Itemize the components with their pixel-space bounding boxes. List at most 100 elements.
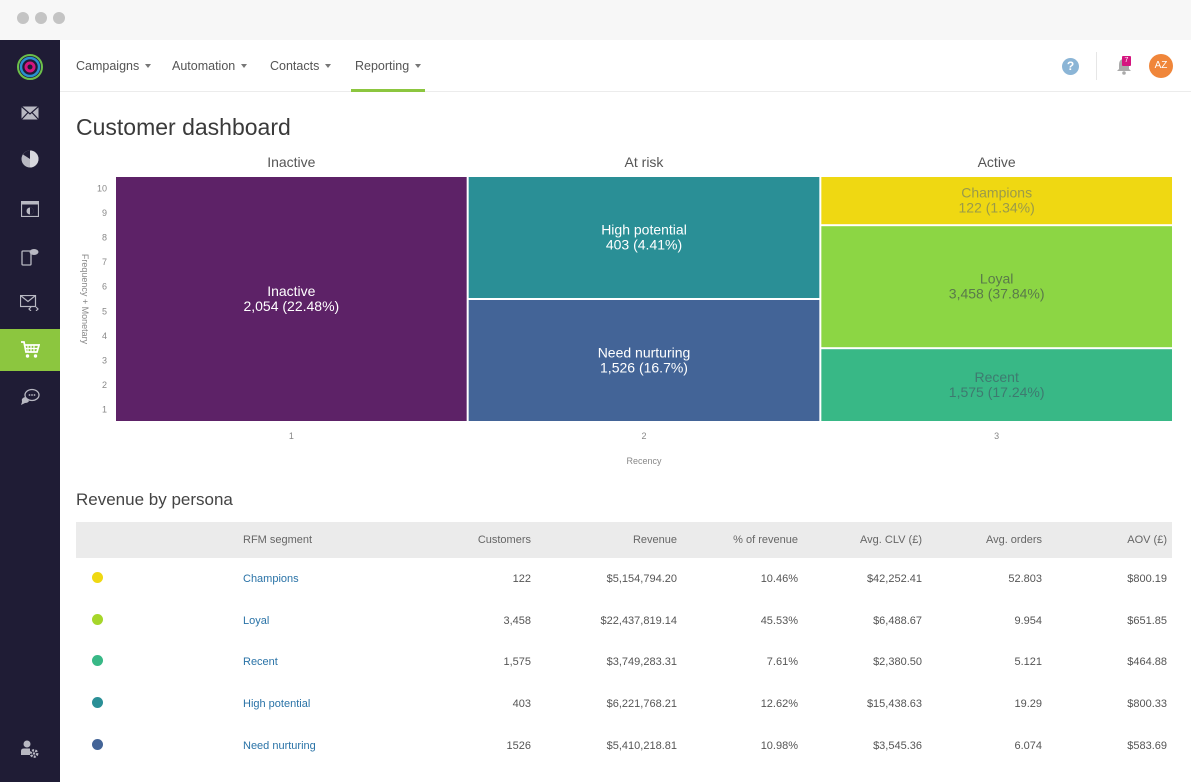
aov-cell: $583.69 <box>1127 739 1167 752</box>
column-header-segment[interactable]: RFM segment <box>236 522 436 558</box>
window-close-dot[interactable] <box>17 12 29 24</box>
y-tick-label: 8 <box>102 233 107 243</box>
y-tick-label: 1 <box>102 405 107 415</box>
table-row: Loyal 3,458 $22,437,819.14 45.53% $6,488.67 9… <box>76 600 1172 642</box>
sidebar-item-email[interactable] <box>0 92 60 134</box>
treemap-cell-value: 2,054 (22.48%) <box>243 298 339 314</box>
aov-cell: $651.85 <box>1127 614 1167 627</box>
email-icon <box>21 106 39 120</box>
revenue-table: RFM segment Customers Revenue % of reven… <box>76 522 1172 766</box>
segment-color-cell <box>76 641 236 683</box>
table-row: Recent 1,575 $3,749,283.31 7.61% $2,380.50 5.… <box>76 641 1172 683</box>
treemap-cell-label: Loyal <box>980 271 1013 287</box>
avatar[interactable]: AZ <box>1149 54 1173 78</box>
sidebar-item-conversations[interactable] <box>0 376 60 418</box>
segment-color-cell <box>76 558 236 600</box>
chevron-down-icon <box>241 63 248 68</box>
segment-color-cell <box>76 600 236 642</box>
customers-cell: 1526 <box>506 739 531 752</box>
column-header-customers[interactable]: Customers <box>436 522 536 558</box>
revenue-cell: $5,410,218.81 <box>606 739 677 752</box>
segment-link[interactable]: Loyal <box>243 615 269 627</box>
treemap-cell-label: Recent <box>974 369 1018 385</box>
treemap-cell-label: High potential <box>601 222 687 238</box>
column-header-avg-orders[interactable]: Avg. orders <box>927 522 1047 558</box>
treemap-cell-value: 1,526 (16.7%) <box>600 360 688 376</box>
user-settings-icon <box>21 740 39 758</box>
treemap-cell-value: 3,458 (37.84%) <box>949 286 1045 302</box>
percent-revenue-cell: 10.98% <box>760 739 798 752</box>
rfm-treemap-svg: InactiveInactive2,054 (22.48%)At riskHig… <box>80 154 1173 466</box>
sidebar-item-account-settings[interactable] <box>0 728 60 770</box>
aov-cell: $464.88 <box>1127 656 1167 669</box>
segment-color-swatch <box>92 655 103 667</box>
segment-link[interactable]: Champions <box>243 573 299 585</box>
x-tick-label: 2 <box>641 431 646 441</box>
table-header-row: RFM segment Customers Revenue % of reven… <box>76 522 1172 558</box>
column-header-aov[interactable]: AOV (£) <box>1047 522 1172 558</box>
y-axis-label: Frequency + Monetary <box>80 254 90 345</box>
sidebar-item-templates[interactable] <box>0 282 60 324</box>
help-icon[interactable]: ? <box>1062 58 1079 75</box>
column-header-revenue[interactable]: Revenue <box>536 522 682 558</box>
y-tick-label: 7 <box>102 257 107 267</box>
y-tick-label: 9 <box>102 208 107 218</box>
x-tick-label: 1 <box>289 431 294 441</box>
percent-revenue-cell: 45.53% <box>760 614 798 627</box>
avg-clv-cell: $15,438.63 <box>866 697 922 710</box>
avg-clv-cell: $6,488.67 <box>873 614 922 627</box>
pie-chart-icon <box>21 150 39 168</box>
chevron-down-icon <box>415 63 422 68</box>
y-tick-label: 10 <box>97 183 107 193</box>
segment-color-swatch <box>92 613 103 625</box>
avg-clv-cell: $2,380.50 <box>873 656 922 669</box>
nav-divider <box>1096 52 1097 80</box>
avg-clv-cell: $3,545.36 <box>873 739 922 752</box>
chevron-down-icon <box>325 63 332 68</box>
rfm-treemap-chart: Inactive Inactive 2,054 (22.48%) At risk Hig… <box>60 140 1191 480</box>
nav-automation[interactable]: Automation <box>172 40 248 92</box>
column-header-color <box>76 522 236 558</box>
window-minimize-dot[interactable] <box>35 12 47 24</box>
window-title-bar <box>0 0 1191 40</box>
segment-link[interactable]: High potential <box>243 698 310 710</box>
avg-clv-cell: $42,252.41 <box>866 572 922 585</box>
sidebar-item-reports[interactable] <box>0 138 60 180</box>
y-tick-label: 4 <box>102 331 107 341</box>
column-header-avg-clv[interactable]: Avg. CLV (£) <box>803 522 927 558</box>
y-tick-label: 3 <box>102 356 107 366</box>
nav-contacts[interactable]: Contacts <box>270 40 332 92</box>
email-code-icon <box>20 295 39 311</box>
percent-revenue-cell: 7.61% <box>766 656 798 669</box>
segment-color-swatch <box>92 696 103 708</box>
segment-cell: Need nurturing <box>236 725 436 767</box>
group-header-label: Active <box>978 154 1016 170</box>
nav-automation-label: Automation <box>172 59 236 73</box>
sidebar-item-home[interactable] <box>0 46 60 88</box>
top-navigation: Campaigns Automation Contacts Reporting … <box>60 40 1191 92</box>
shopping-cart-icon <box>21 341 40 358</box>
segment-cell: Recent <box>236 641 436 683</box>
revenue-cell: $5,154,794.20 <box>606 572 677 585</box>
sidebar-item-ecommerce[interactable] <box>0 329 60 371</box>
sidebar-item-sms[interactable] <box>0 236 60 278</box>
segment-link[interactable]: Need nurturing <box>243 740 316 752</box>
segment-color-cell <box>76 725 236 767</box>
sidebar-item-landing-pages[interactable] <box>0 188 60 230</box>
treemap-cell-value: 403 (4.41%) <box>606 237 682 253</box>
percent-revenue-cell: 10.46% <box>760 572 798 585</box>
segment-link[interactable]: Recent <box>243 656 278 668</box>
revenue-cell: $3,749,283.31 <box>606 656 677 669</box>
sidebar <box>0 40 60 782</box>
segment-cell: Loyal <box>236 600 436 642</box>
segment-cell: Champions <box>236 558 436 600</box>
table-row: Champions 122 $5,154,794.20 10.46% $42,252.4… <box>76 558 1172 600</box>
table-row: Need nurturing 1526 $5,410,218.81 10.98% $3,… <box>76 725 1172 767</box>
nav-campaigns[interactable]: Campaigns <box>76 40 152 92</box>
column-header-percent-revenue[interactable]: % of revenue <box>682 522 803 558</box>
y-tick-label: 6 <box>102 282 107 292</box>
customers-cell: 1,575 <box>503 656 531 669</box>
window-maximize-dot[interactable] <box>53 12 65 24</box>
group-header-label: Inactive <box>267 154 315 170</box>
nav-reporting[interactable]: Reporting <box>350 40 426 92</box>
